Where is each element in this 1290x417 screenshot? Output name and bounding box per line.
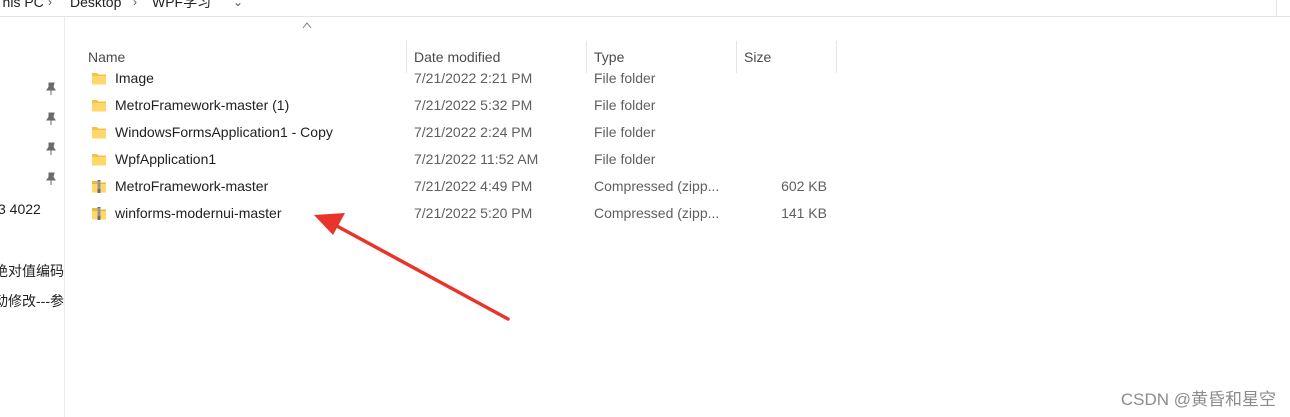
file-type: File folder (594, 124, 656, 140)
file-type: File folder (594, 70, 656, 86)
file-size (740, 92, 827, 119)
file-date-modified: 7/21/2022 5:20 PM (414, 205, 533, 221)
breadcrumb-this-pc[interactable]: This PC (0, 0, 44, 17)
breadcrumb-wpf-folder[interactable]: WPF学习 (152, 0, 211, 17)
file-size (740, 119, 827, 146)
file-type: Compressed (zipp... (594, 178, 720, 194)
file-size: 141 KB (781, 205, 827, 221)
breadcrumb-separator[interactable]: › (133, 0, 137, 17)
breadcrumb-separator[interactable]: › (48, 0, 52, 17)
navigation-pane[interactable]: 3 4022 绝对值编码 动修改---参 (0, 17, 65, 417)
sort-ascending-icon (302, 22, 312, 29)
folder-icon (92, 127, 106, 139)
file-name[interactable]: WpfApplication1 (115, 146, 216, 173)
file-type: Compressed (zipp... (594, 205, 720, 221)
file-row[interactable]: WpfApplication1 7/21/2022 11:52 AM File … (80, 146, 840, 173)
file-type: File folder (594, 97, 656, 113)
watermark: CSDN @黄昏和星空 (1120, 390, 1276, 409)
nav-item-label[interactable]: 动修改---参 (0, 291, 64, 311)
address-bar[interactable]: This PC › Desktop › WPF学习 ⌄ (0, 0, 1290, 17)
file-name[interactable]: WindowsFormsApplication1 - Copy (115, 119, 333, 146)
zip-folder-icon (92, 207, 106, 220)
address-bar-edge (1276, 0, 1290, 17)
pin-icon[interactable] (45, 142, 57, 156)
file-name[interactable]: Image (115, 65, 154, 92)
column-header-row: Name Date modified Type Size (66, 17, 866, 73)
file-name[interactable]: MetroFramework-master (115, 173, 268, 200)
pin-icon[interactable] (45, 172, 57, 186)
folder-icon (92, 100, 106, 112)
file-row[interactable]: winforms-modernui-master 7/21/2022 5:20 … (80, 200, 840, 227)
file-row[interactable]: WindowsFormsApplication1 - Copy 7/21/202… (80, 119, 840, 146)
file-size (740, 146, 827, 173)
file-date-modified: 7/21/2022 4:49 PM (414, 178, 533, 194)
nav-item-label[interactable]: 绝对值编码 (0, 261, 64, 281)
file-date-modified: 7/21/2022 5:32 PM (414, 97, 533, 113)
pin-icon[interactable] (45, 82, 57, 96)
file-row[interactable]: Image 7/21/2022 2:21 PM File folder (80, 65, 840, 92)
file-row[interactable]: MetroFramework-master (1) 7/21/2022 5:32… (80, 92, 840, 119)
file-date-modified: 7/21/2022 2:21 PM (414, 70, 533, 86)
chevron-down-icon[interactable]: ⌄ (233, 0, 243, 17)
breadcrumb-desktop[interactable]: Desktop (70, 0, 121, 17)
file-name[interactable]: winforms-modernui-master (115, 200, 281, 227)
file-size: 602 KB (781, 178, 827, 194)
file-date-modified: 7/21/2022 2:24 PM (414, 124, 533, 140)
file-size (740, 65, 827, 92)
file-date-modified: 7/21/2022 11:52 AM (414, 151, 539, 167)
zip-folder-icon (92, 180, 106, 193)
nav-item-label[interactable]: 3 4022 (0, 201, 41, 217)
file-row[interactable]: MetroFramework-master 7/21/2022 4:49 PM … (80, 173, 840, 200)
file-name[interactable]: MetroFramework-master (1) (115, 92, 289, 119)
folder-icon (92, 73, 106, 85)
file-type: File folder (594, 151, 656, 167)
pin-icon[interactable] (45, 112, 57, 126)
folder-icon (92, 154, 106, 166)
